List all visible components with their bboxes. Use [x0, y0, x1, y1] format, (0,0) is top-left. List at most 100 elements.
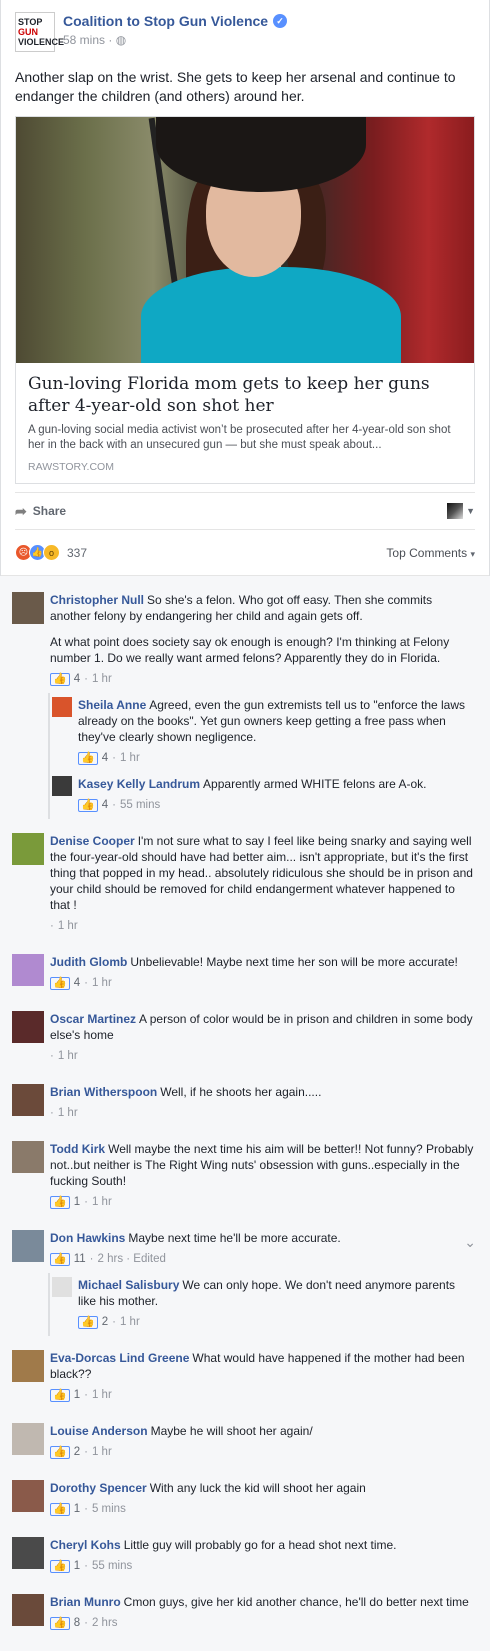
thumbs-up-icon[interactable]: 👍	[78, 798, 98, 812]
comment-time[interactable]: 1 hr	[58, 1105, 78, 1121]
thumbs-up-icon[interactable]: 👍	[50, 1388, 70, 1402]
like-count[interactable]: 1	[74, 1501, 80, 1517]
comment-time[interactable]: 1 hr	[58, 918, 78, 934]
meta-separator: ·	[50, 1107, 54, 1119]
actor-avatar	[447, 503, 464, 519]
meta-separator: ·	[84, 1389, 88, 1401]
commenter-name[interactable]: Louise Anderson	[50, 1424, 148, 1438]
commenter-name[interactable]: Todd Kirk	[50, 1142, 105, 1156]
like-count[interactable]: 1	[74, 1194, 80, 1210]
share-button[interactable]: ➦ Share	[15, 503, 66, 520]
like-count[interactable]: 2	[102, 1314, 108, 1330]
commenter-name[interactable]: Brian Munro	[50, 1595, 121, 1609]
thumbs-up-icon[interactable]: 👍	[50, 1502, 70, 1516]
meta-separator: ·	[112, 799, 116, 811]
commenter-name[interactable]: Brian Witherspoon	[50, 1085, 157, 1099]
commenter-name[interactable]: Kasey Kelly Landrum	[78, 777, 200, 791]
chevron-down-icon[interactable]: ⌄	[464, 1234, 476, 1251]
avatar[interactable]	[12, 1423, 44, 1455]
link-preview-card[interactable]: Gun-loving Florida mom gets to keep her …	[15, 116, 475, 484]
comment-spacer	[0, 1336, 490, 1346]
thumbs-up-icon[interactable]: 👍	[50, 672, 70, 686]
reaction-count[interactable]: 337	[67, 546, 87, 560]
actor-selector[interactable]: ▼	[447, 503, 475, 519]
comment-time[interactable]: 1 hr	[92, 1387, 112, 1403]
avatar[interactable]	[12, 1084, 44, 1116]
commenter-name[interactable]: Don Hawkins	[50, 1231, 125, 1245]
like-count[interactable]: 2	[74, 1444, 80, 1460]
commenter-name[interactable]: Judith Glomb	[50, 955, 127, 969]
avatar[interactable]	[12, 1230, 44, 1262]
avatar[interactable]	[12, 1594, 44, 1626]
thumbs-up-icon[interactable]: 👍	[50, 1445, 70, 1459]
avatar[interactable]	[12, 1350, 44, 1382]
comment: Don Hawkins Maybe next time he'll be more…	[0, 1226, 490, 1273]
like-count[interactable]: 4	[102, 750, 108, 766]
link-preview-image[interactable]	[16, 117, 474, 363]
like-count[interactable]: 11	[74, 1251, 86, 1267]
reactions-summary[interactable]: ☹ 👍 o 337	[15, 544, 87, 561]
post-card: STOP GUN VIOLENCE Coalition to Stop Gun …	[0, 0, 490, 576]
page-logo[interactable]: STOP GUN VIOLENCE	[15, 12, 64, 52]
comment-time[interactable]: 1 hr	[92, 1444, 112, 1460]
comment-time[interactable]: 2 hrs · Edited	[98, 1251, 166, 1267]
comment-time[interactable]: 1 hr	[58, 1048, 78, 1064]
comment-time[interactable]: 2 hrs	[92, 1615, 118, 1631]
link-title[interactable]: Gun-loving Florida mom gets to keep her …	[28, 373, 462, 417]
thumbs-up-icon[interactable]: 👍	[50, 976, 70, 990]
avatar[interactable]	[52, 1277, 72, 1297]
comment-time[interactable]: 1 hr	[120, 1314, 140, 1330]
comment-time[interactable]: 55 mins	[120, 797, 160, 813]
avatar[interactable]	[12, 592, 44, 624]
comment-time[interactable]: 1 hr	[120, 750, 140, 766]
thumbs-up-icon[interactable]: 👍	[50, 1559, 70, 1573]
reply: Sheila Anne Agreed, even the gun extremis…	[0, 693, 490, 772]
comment-meta: · 1 hr	[50, 1105, 321, 1121]
comment-text: Kasey Kelly Landrum Apparently armed WHIT…	[78, 776, 426, 792]
globe-icon: ◍	[115, 33, 127, 47]
like-count[interactable]: 4	[74, 975, 80, 991]
comment-text: Cheryl Kohs Little guy will probably go f…	[50, 1537, 397, 1553]
comment-text: Christopher Null So she's a felon. Who go…	[50, 592, 476, 624]
thumbs-up-icon[interactable]: 👍	[78, 1315, 98, 1329]
thumbs-up-icon[interactable]: 👍	[50, 1252, 70, 1266]
like-count[interactable]: 1	[74, 1387, 80, 1403]
comment-time[interactable]: 1 hr	[92, 671, 112, 687]
wow-reaction-icon: o	[43, 544, 60, 561]
page-name[interactable]: Coalition to Stop Gun Violence	[63, 13, 268, 29]
comment-time[interactable]: 5 mins	[92, 1501, 126, 1517]
like-count[interactable]: 4	[102, 797, 108, 813]
commenter-name[interactable]: Christopher Null	[50, 593, 144, 607]
commenter-name[interactable]: Michael Salisbury	[78, 1278, 179, 1292]
thumbs-up-icon[interactable]: 👍	[50, 1195, 70, 1209]
commenter-name[interactable]: Cheryl Kohs	[50, 1538, 121, 1552]
avatar[interactable]	[12, 1141, 44, 1173]
comment-meta: 👍 1 · 5 mins	[50, 1501, 366, 1517]
meta-separator: ·	[84, 1617, 88, 1629]
page-name-link[interactable]: Coalition to Stop Gun Violence ✓	[63, 13, 288, 29]
commenter-name[interactable]: Eva-Dorcas Lind Greene	[50, 1351, 189, 1365]
thumbs-up-icon[interactable]: 👍	[50, 1616, 70, 1630]
avatar[interactable]	[12, 1480, 44, 1512]
comment-meta: · 1 hr	[50, 918, 476, 934]
thumbs-up-icon[interactable]: 👍	[78, 751, 98, 765]
comment-time[interactable]: 1 hr	[92, 975, 112, 991]
comment-time[interactable]: 1 hr	[92, 1194, 112, 1210]
avatar[interactable]	[12, 954, 44, 986]
like-count[interactable]: 1	[74, 1558, 80, 1574]
post-time[interactable]: 58 mins	[63, 33, 105, 47]
avatar[interactable]	[12, 833, 44, 865]
avatar[interactable]	[12, 1011, 44, 1043]
commenter-name[interactable]: Dorothy Spencer	[50, 1481, 147, 1495]
comment-meta: 👍 8 · 2 hrs	[50, 1615, 469, 1631]
like-count[interactable]: 8	[74, 1615, 80, 1631]
avatar[interactable]	[12, 1537, 44, 1569]
comment-time[interactable]: 55 mins	[92, 1558, 132, 1574]
commenter-name[interactable]: Sheila Anne	[78, 698, 146, 712]
comment-sort-dropdown[interactable]: Top Comments ▾	[386, 546, 475, 560]
avatar[interactable]	[52, 697, 72, 717]
commenter-name[interactable]: Denise Cooper	[50, 834, 135, 848]
commenter-name[interactable]: Oscar Martinez	[50, 1012, 136, 1026]
avatar[interactable]	[52, 776, 72, 796]
like-count[interactable]: 4	[74, 671, 80, 687]
